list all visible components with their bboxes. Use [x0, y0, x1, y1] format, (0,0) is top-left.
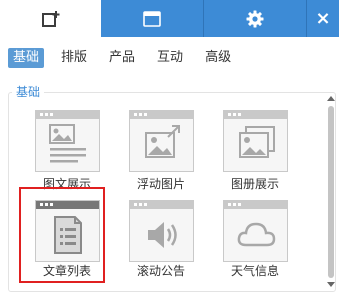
image-text-icon: [48, 124, 86, 163]
close-icon: ×: [315, 7, 331, 29]
category-tabs: 基础 排版 产品 互动 高级: [0, 37, 339, 78]
window-icon: [143, 10, 161, 27]
cloud-icon: [237, 222, 275, 247]
tab-advanced[interactable]: 高级: [200, 48, 236, 68]
tab-window[interactable]: [101, 0, 204, 37]
widget-weather[interactable]: [223, 200, 288, 262]
add-widget-icon: [41, 10, 59, 27]
widget-label: 浮动图片: [136, 177, 185, 191]
widget-label: 滚动公告: [136, 264, 185, 278]
tab-product[interactable]: 产品: [104, 48, 140, 68]
top-toolbar: ×: [0, 0, 339, 37]
scroll-thumb[interactable]: [328, 106, 334, 278]
selection-highlight: [19, 187, 105, 283]
gear-icon: [246, 10, 264, 27]
scroll-down-arrow-icon[interactable]: [327, 282, 335, 287]
scroll-up-arrow-icon[interactable]: [327, 96, 335, 101]
gallery-icon: [238, 126, 275, 158]
section-title: 基础: [12, 84, 45, 100]
widget-label: 图册展示: [230, 177, 279, 191]
tab-basic[interactable]: 基础: [8, 47, 45, 68]
floating-image-icon: [144, 125, 180, 158]
speaker-icon: [147, 222, 177, 248]
widget-floating-image[interactable]: [129, 110, 194, 172]
widget-scrolling-notice[interactable]: [129, 200, 194, 262]
tab-interaction[interactable]: 互动: [152, 48, 188, 68]
tab-layout[interactable]: 排版: [56, 48, 92, 68]
close-button[interactable]: ×: [307, 0, 339, 37]
widget-image-text[interactable]: [35, 110, 100, 172]
tab-settings[interactable]: [204, 0, 307, 37]
widget-gallery[interactable]: [223, 110, 288, 172]
tab-add-widget[interactable]: [0, 0, 101, 37]
widget-label: 天气信息: [230, 264, 279, 278]
scrollbar[interactable]: [326, 92, 336, 292]
widget-panel: × 基础 排版 产品 互动 高级 基础 图文展示 浮动图片 图册展示 文章列表 …: [0, 0, 339, 294]
